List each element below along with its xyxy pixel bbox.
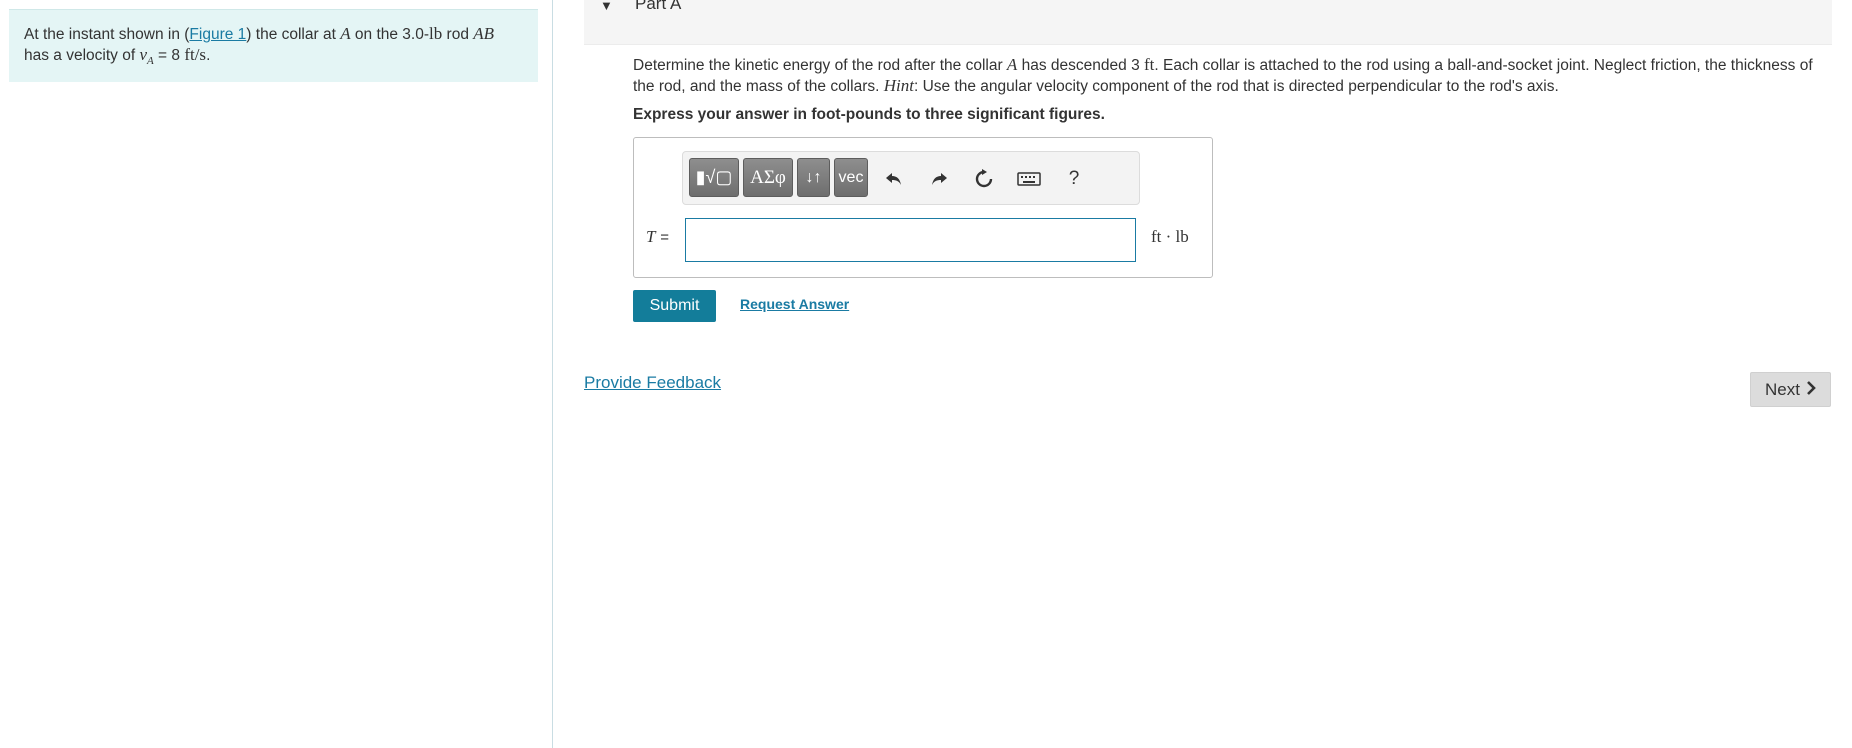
chevron-right-icon [1806, 380, 1816, 400]
var-v-subscript: A [147, 55, 154, 68]
var-a: A [340, 24, 351, 43]
request-answer-link[interactable]: Request Answer [740, 296, 849, 312]
keyboard-icon[interactable] [1016, 166, 1042, 192]
question-segment: has descended 3 [1017, 57, 1144, 74]
figure-link[interactable]: Figure 1 [189, 26, 246, 43]
unit-ft-per-s: ft/s [184, 45, 207, 64]
panel-divider [552, 0, 553, 748]
math-toolbar: ▮√▢ ΑΣφ ↓↑ vec ? [682, 151, 1140, 205]
part-header[interactable]: ▼ Part A [584, 0, 1832, 45]
unit-ft: ft [1144, 55, 1155, 74]
vector-button[interactable]: vec [834, 158, 868, 197]
help-button[interactable]: ? [1061, 166, 1087, 192]
submit-button[interactable]: Submit [633, 290, 716, 322]
answer-unit-label: ft · lb [1151, 227, 1189, 246]
next-button[interactable]: Next [1750, 372, 1831, 407]
redo-icon[interactable] [926, 166, 952, 192]
answer-input[interactable] [685, 218, 1136, 262]
intro-text: = 8 [153, 47, 185, 64]
undo-icon[interactable] [881, 166, 907, 192]
intro-line-2: has a velocity of vA = 8 ft/s. [24, 45, 523, 71]
collapse-caret-icon[interactable]: ▼ [600, 0, 613, 13]
hint-label: Hint [883, 76, 914, 95]
var-v: v [139, 45, 147, 64]
variable-t: T [646, 227, 656, 246]
question-segment: : Use the angular velocity component of … [913, 78, 1559, 95]
intro-line-1: At the instant shown in (Figure 1) the c… [24, 24, 523, 45]
arrows-button[interactable]: ↓↑ [797, 158, 830, 197]
question-text: Determine the kinetic energy of the rod … [633, 55, 1823, 97]
answer-variable-label: T = [646, 227, 669, 247]
intro-text: has a velocity of [24, 47, 140, 64]
unit-lb: lb [429, 24, 443, 43]
templates-button[interactable]: ▮√▢ [689, 158, 739, 197]
intro-text: At the instant shown in ( [24, 26, 190, 43]
intro-text: . [206, 47, 211, 64]
intro-text: ) the collar at [246, 26, 341, 43]
intro-text: on the 3.0- [350, 26, 430, 43]
part-title: Part A [635, 0, 682, 13]
next-label: Next [1765, 379, 1800, 399]
provide-feedback-link[interactable]: Provide Feedback [584, 373, 721, 393]
intro-text: rod [442, 26, 474, 43]
reset-icon[interactable] [971, 166, 997, 192]
answer-instruction: Express your answer in foot-pounds to th… [633, 106, 1105, 123]
problem-intro: At the instant shown in (Figure 1) the c… [9, 9, 538, 82]
answer-box: ▮√▢ ΑΣφ ↓↑ vec ? T = ft · lb [633, 137, 1213, 278]
greek-symbols-button[interactable]: ΑΣφ [743, 158, 793, 197]
question-segment: Determine the kinetic energy of the rod … [633, 57, 1007, 74]
var-a: A [1006, 55, 1018, 74]
var-ab: AB [473, 24, 495, 43]
equals-sign: = [660, 229, 669, 246]
